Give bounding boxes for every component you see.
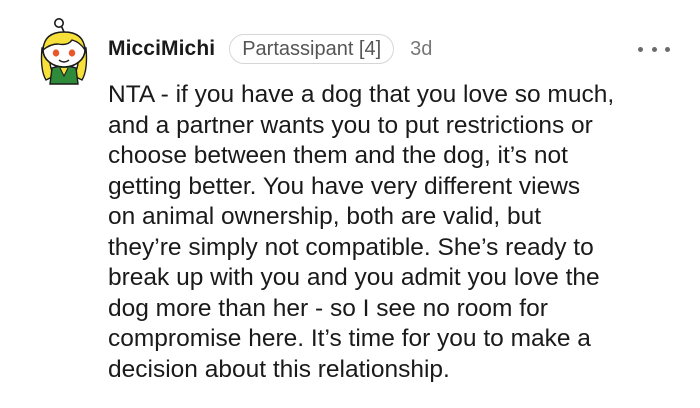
comment-body: NTA - if you have a dog that you love so…	[108, 81, 615, 383]
comment-age: 3d	[410, 37, 433, 60]
more-options-button[interactable]	[638, 38, 670, 60]
snoo-avatar-icon	[40, 18, 88, 85]
user-avatar[interactable]	[34, 18, 94, 86]
more-dot	[665, 46, 670, 52]
more-dot	[651, 46, 657, 52]
more-horizontal-icon	[638, 46, 643, 52]
username[interactable]: MicciMichi	[108, 37, 215, 61]
comment: MicciMichi Partassipant [4] 3d NTA - if …	[0, 0, 700, 408]
comment-header: MicciMichi Partassipant [4] 3d	[108, 33, 432, 65]
user-flair: Partassipant [4]	[229, 34, 395, 64]
